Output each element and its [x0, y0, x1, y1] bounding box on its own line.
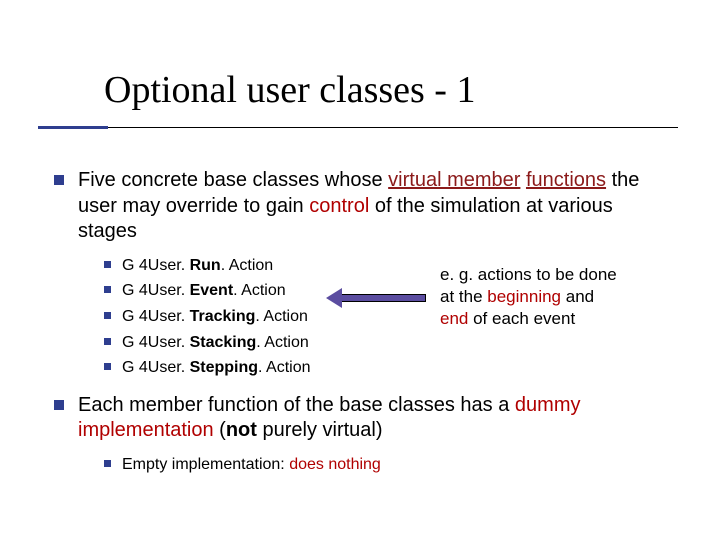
- text: purely virtual): [257, 419, 383, 441]
- list-item: Empty implementation: does nothing: [102, 454, 670, 476]
- title-block: Optional user classes - 1: [38, 70, 678, 129]
- text: G 4User.: [122, 257, 190, 274]
- sub-list-2: Empty implementation: does nothing: [102, 454, 670, 476]
- text: G 4User.: [122, 308, 190, 325]
- text-functions: functions: [526, 169, 606, 191]
- text-virtual-member: virtual member: [388, 169, 520, 191]
- arrow-shaft: [340, 294, 426, 302]
- text: . Action: [221, 257, 273, 274]
- text-beginning: beginning: [487, 287, 561, 306]
- text: and: [561, 287, 594, 306]
- class-stacking: Stacking: [190, 334, 257, 351]
- class-tracking: Tracking: [190, 308, 256, 325]
- text: of each event: [468, 309, 575, 328]
- text: (: [214, 419, 226, 441]
- class-event: Event: [190, 282, 234, 299]
- bullet-2: Each member function of the base classes…: [50, 393, 670, 476]
- title-underline: [38, 126, 678, 129]
- arrow-head: [326, 288, 342, 308]
- list-item: G 4User. Stepping. Action: [102, 357, 670, 379]
- text: Each member function of the base classes…: [78, 394, 515, 416]
- text: G 4User.: [122, 359, 190, 376]
- slide: Optional user classes - 1 Five concrete …: [0, 0, 720, 540]
- text: at the: [440, 287, 487, 306]
- text: e. g. actions to be done: [440, 265, 617, 284]
- text: . Action: [233, 282, 285, 299]
- text: G 4User.: [122, 334, 190, 351]
- text: Five concrete base classes whose: [78, 169, 388, 191]
- class-run: Run: [190, 257, 221, 274]
- slide-title: Optional user classes - 1: [38, 70, 678, 120]
- text-end: end: [440, 309, 468, 328]
- text: . Action: [258, 359, 310, 376]
- text-not: not: [226, 419, 257, 441]
- class-stepping: Stepping: [190, 359, 258, 376]
- underline-accent: [38, 126, 108, 129]
- text: . Action: [256, 334, 308, 351]
- text: G 4User.: [122, 282, 190, 299]
- list-item: G 4User. Stacking. Action: [102, 332, 670, 354]
- text: . Action: [255, 308, 307, 325]
- text: Empty implementation:: [122, 456, 289, 473]
- text-does-nothing: does nothing: [289, 456, 381, 473]
- annotation: e. g. actions to be done at the beginnin…: [440, 264, 670, 330]
- arrow-left-icon: [326, 288, 426, 308]
- underline-rule: [108, 127, 678, 128]
- text-control: control: [309, 195, 369, 217]
